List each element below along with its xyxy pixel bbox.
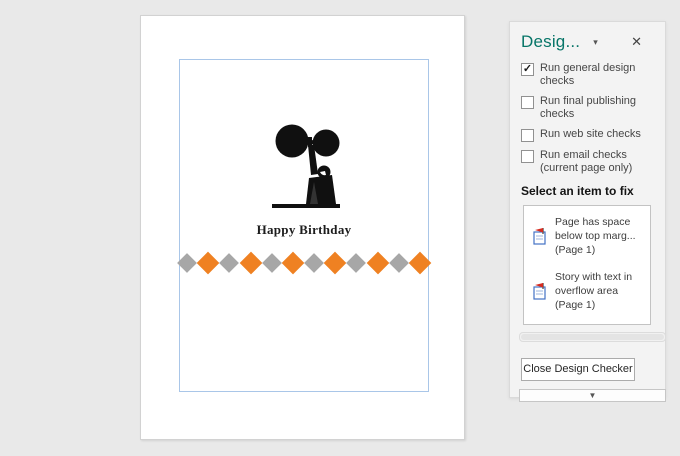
close-design-checker-button[interactable]: Close Design Checker <box>521 358 635 381</box>
check-run-general-design[interactable]: ✓ Run general design checks <box>521 62 655 88</box>
diamond-border-object[interactable] <box>180 249 428 277</box>
diamond-shape <box>346 253 366 273</box>
checkbox-final-publishing[interactable] <box>521 96 534 109</box>
diamond-shape <box>262 253 282 273</box>
diamond-shape <box>409 252 432 275</box>
checkbox-general-design[interactable]: ✓ <box>521 63 534 76</box>
diamond-shape <box>219 253 239 273</box>
flagged-page-icon <box>532 227 548 245</box>
check-run-email[interactable]: Run email checks (current page only) <box>521 149 655 175</box>
close-icon[interactable]: ✕ <box>631 34 642 50</box>
checkbox-label: Run general design checks <box>540 62 635 88</box>
diamond-shape <box>389 253 409 273</box>
issue-item-overflow-story[interactable]: Story with text in overflow area (Page 1… <box>524 270 650 312</box>
checkbox-label: Run email checks (current page only) <box>540 149 632 175</box>
strongman-clipart-image[interactable] <box>254 112 356 218</box>
checkbox-web-site[interactable] <box>521 129 534 142</box>
chevron-down-icon: ▼ <box>589 391 597 400</box>
check-run-final-publishing[interactable]: Run final publishing checks <box>521 95 655 121</box>
select-item-to-fix-header: Select an item to fix <box>521 184 655 198</box>
chevron-down-icon[interactable]: ▾ <box>593 37 598 48</box>
diamond-shape <box>324 252 347 275</box>
issue-text: Page has space below top marg... (Page 1… <box>555 215 647 257</box>
checkbox-label: Run web site checks <box>540 128 641 141</box>
pane-header: Desig... ▾ ✕ <box>521 32 655 52</box>
pane-expand-button[interactable]: ▼ <box>519 389 666 402</box>
design-checker-pane: Desig... ▾ ✕ ✓ Run general design checks… <box>509 21 666 398</box>
greeting-text-frame[interactable]: Happy Birthday <box>179 222 429 238</box>
diamond-shape <box>239 252 262 275</box>
strongman-barbell-icon <box>254 112 356 218</box>
scrollbar-thumb[interactable] <box>521 334 664 340</box>
diamond-shape <box>282 252 305 275</box>
publication-page[interactable]: Happy Birthday <box>140 15 465 440</box>
diamond-shape <box>177 253 197 273</box>
diamond-shape <box>197 252 220 275</box>
diamond-shape <box>304 253 324 273</box>
checkbox-email[interactable] <box>521 150 534 163</box>
pane-title: Desig... <box>521 32 580 52</box>
issue-text: Story with text in overflow area (Page 1… <box>555 270 647 312</box>
diamond-shape <box>366 252 389 275</box>
check-run-web-site[interactable]: Run web site checks <box>521 128 655 142</box>
issue-item-page-space[interactable]: Page has space below top marg... (Page 1… <box>524 215 650 257</box>
horizontal-scrollbar[interactable] <box>519 332 666 342</box>
checkbox-label: Run final publishing checks <box>540 95 636 121</box>
issues-listbox: Page has space below top marg... (Page 1… <box>523 205 651 325</box>
publisher-workspace: Happy Birthday Desig... ▾ ✕ ✓ Run genera… <box>0 0 680 456</box>
flagged-page-icon <box>532 282 548 300</box>
